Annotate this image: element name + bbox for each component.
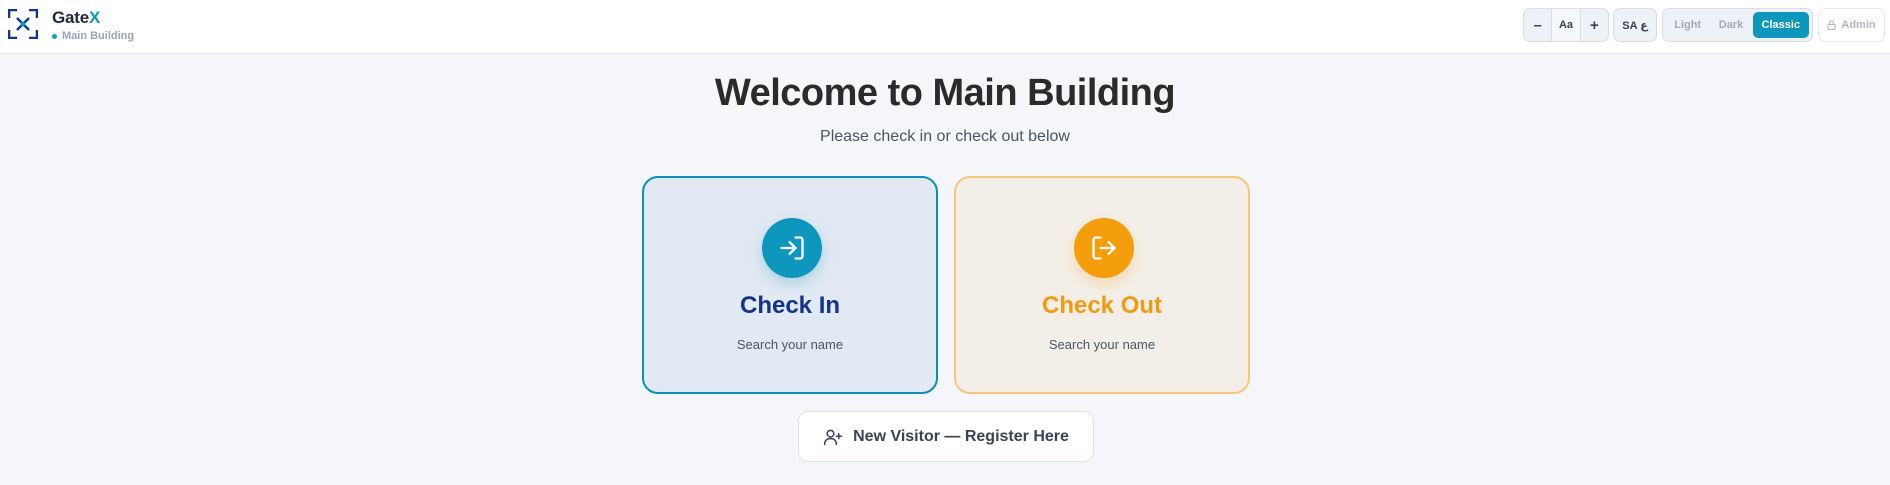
page-title: Welcome to Main Building [714,72,1176,114]
user-plus-icon [824,429,843,445]
decrease-font-button[interactable]: – [1524,9,1551,41]
theme-light-button[interactable]: Light [1666,12,1709,38]
brand-name-main: Gate [52,8,89,27]
location-label: Main Building [52,30,134,42]
admin-button[interactable]: Admin [1818,8,1885,42]
location-name: Main Building [62,30,135,42]
check-in-card[interactable]: Check In Search your name [642,176,938,394]
check-out-subtitle: Search your name [1048,337,1156,352]
status-dot [52,33,57,39]
check-out-icon-circle [1074,218,1134,278]
language-toggle: SA ع [1613,8,1657,42]
font-size-controls: – Aa + [1523,8,1609,42]
language-toggle-button[interactable]: SA ع [1614,9,1656,41]
reset-font-button[interactable]: Aa [1551,9,1581,41]
theme-classic-button[interactable]: Classic [1752,12,1809,38]
register-label: New Visitor — Register Here [853,427,1069,445]
check-out-card[interactable]: Check Out Search your name [954,176,1250,394]
theme-dark-button[interactable]: Dark [1709,12,1752,38]
lock-icon [1827,20,1836,30]
brand-name-accent: X [89,8,101,27]
page-subtitle: Please check in or check out below [820,128,1070,145]
sign-out-icon [1092,236,1116,260]
check-out-title: Check Out [1041,292,1163,319]
increase-font-button[interactable]: + [1581,9,1608,41]
admin-label: Admin [1841,19,1876,31]
brand-name: GateX [52,8,134,28]
theme-switcher: Light Dark Classic [1662,8,1813,42]
register-visitor-button[interactable]: New Visitor — Register Here [798,411,1094,462]
gatex-logo-icon [8,9,38,39]
top-bar: GateX Main Building – Aa + SA ع Light Da… [0,0,1890,54]
brand: GateX Main Building [52,8,134,42]
check-in-subtitle: Search your name [736,337,844,352]
check-in-title: Check In [739,292,841,319]
check-in-icon-circle [762,218,822,278]
sign-in-icon [780,236,804,260]
